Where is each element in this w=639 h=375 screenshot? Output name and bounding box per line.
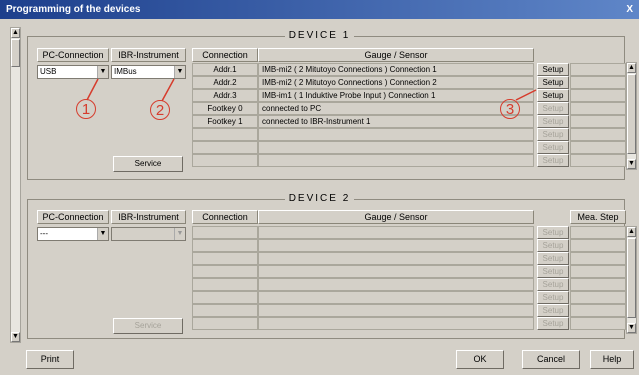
device2-mea-step-cell [570,278,626,291]
device2-setup-button: Setup [537,317,569,330]
help-button[interactable]: Help [590,350,634,369]
device2-scrollbar[interactable]: ▲ ▼ [626,226,637,334]
device2-setup-button: Setup [537,226,569,239]
device2-setup-button: Setup [537,239,569,252]
device2-setup-button: Setup [537,304,569,317]
print-button[interactable]: Print [26,350,74,369]
device2-gauge-cell [258,291,534,304]
device2-gauge-cell [258,265,534,278]
device2-gauge-cell [258,226,534,239]
device2-service-button: Service [113,318,183,334]
device2-setup-button: Setup [537,265,569,278]
device2-gauge-cell [258,304,534,317]
device2-header-connection: Connection [192,210,258,224]
device2-gauge-cell [258,278,534,291]
device2-header-gauge: Gauge / Sensor [258,210,534,224]
device2-connection-cell [192,317,258,330]
device2-gauge-cell [258,239,534,252]
scroll-thumb[interactable] [627,238,636,318]
device2-header-ibr: IBR-Instrument [111,210,186,224]
device2-mea-step-cell [570,252,626,265]
device2-ibr-select: ▼ [111,227,186,241]
cancel-button[interactable]: Cancel [522,350,580,369]
device2-header-pc: PC-Connection [37,210,109,224]
device2-gauge-cell [258,252,534,265]
device2-title: DEVICE 2 [0,193,639,204]
device2-connection-cell [192,239,258,252]
device2-header-mea-step: Mea. Step [570,210,626,224]
device2-connection-cell [192,291,258,304]
device2-mea-step-cell [570,239,626,252]
chevron-down-icon: ▼ [174,228,185,240]
device2-mea-step-cell [570,304,626,317]
device2-gauge-cell [258,317,534,330]
scroll-down-icon[interactable]: ▼ [627,323,636,333]
device2-connection-cell [192,252,258,265]
chevron-down-icon[interactable]: ▼ [97,228,108,240]
ok-button[interactable]: OK [456,350,504,369]
device2-mea-step-cell [570,265,626,278]
device2-pc-select[interactable]: --- ▼ [37,227,109,241]
device2-setup-button: Setup [537,291,569,304]
device2-setup-button: Setup [537,278,569,291]
device2-mea-step-cell [570,317,626,330]
scroll-up-icon[interactable]: ▲ [627,227,636,237]
device2-setup-button: Setup [537,252,569,265]
device2-connection-cell [192,265,258,278]
device2-connection-cell [192,278,258,291]
device2-connection-cell [192,226,258,239]
device2-connection-cell [192,304,258,317]
device2-mea-step-cell [570,226,626,239]
device2-mea-step-cell [570,291,626,304]
